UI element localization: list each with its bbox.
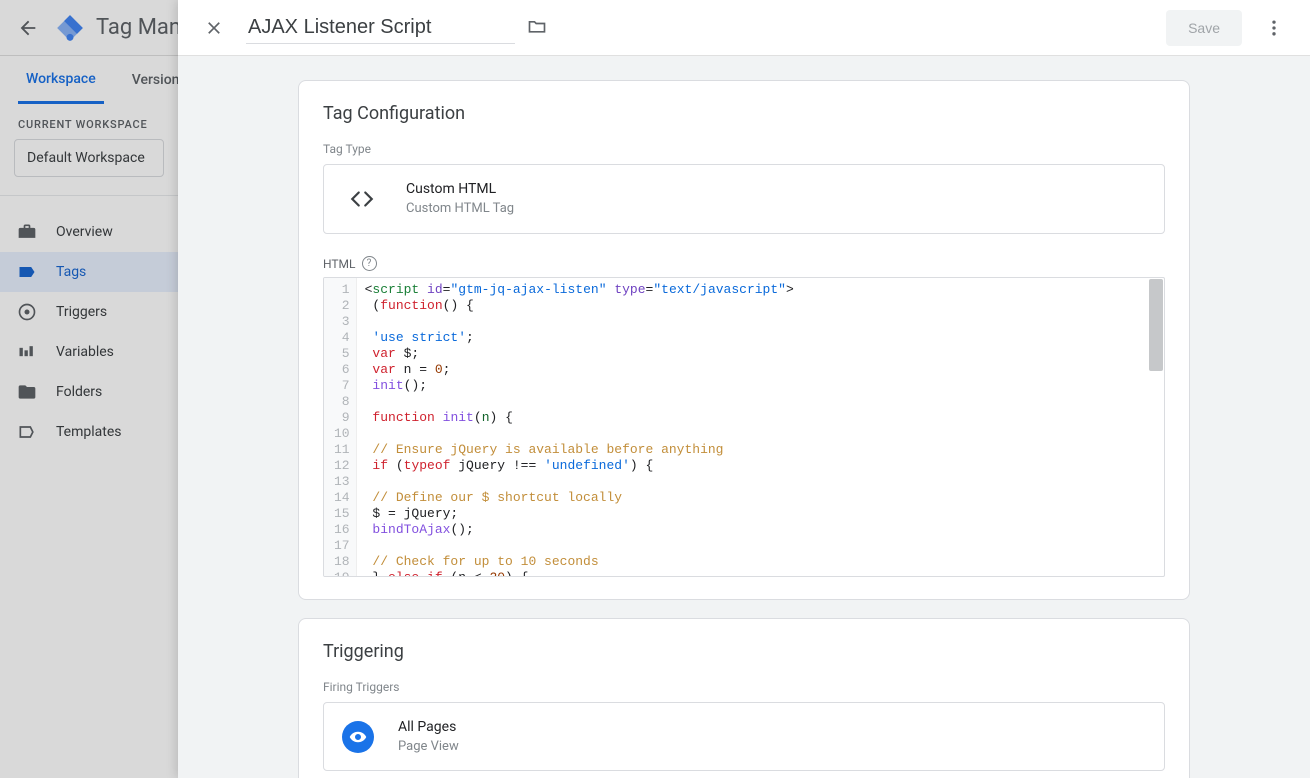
html-field-label: HTML [323, 257, 356, 271]
triggering-card: Triggering Firing Triggers All Pages Pag… [298, 618, 1190, 778]
folder-select-icon[interactable] [527, 16, 547, 40]
nav-label: Variables [56, 344, 114, 360]
nav-label: Tags [56, 264, 86, 280]
template-icon [16, 421, 38, 443]
panel-body[interactable]: Tag Configuration Tag Type Custom HTML C… [178, 56, 1310, 778]
tag-type-selector[interactable]: Custom HTML Custom HTML Tag [323, 164, 1165, 234]
gtm-logo-icon [56, 14, 84, 42]
nav-label: Triggers [56, 304, 107, 320]
code-gutter: 12345678910111213141516171819 [324, 278, 357, 576]
more-menu-icon[interactable] [1254, 8, 1294, 48]
code-body[interactable]: <script id="gtm-jq-ajax-listen" type="te… [357, 278, 1164, 576]
save-button[interactable]: Save [1166, 10, 1242, 46]
html-code-editor[interactable]: 12345678910111213141516171819 <script id… [323, 277, 1165, 577]
eye-icon [342, 721, 374, 753]
code-brackets-icon [342, 179, 382, 219]
nav-label: Overview [56, 224, 113, 240]
tag-type-label: Tag Type [323, 142, 1165, 156]
back-arrow-icon[interactable] [8, 8, 48, 48]
nav-label: Templates [56, 424, 122, 440]
tag-type-title: Custom HTML [406, 179, 514, 200]
tag-icon [16, 261, 38, 283]
tag-name-input[interactable] [246, 12, 515, 44]
firing-triggers-label: Firing Triggers [323, 680, 1165, 694]
tag-config-card: Tag Configuration Tag Type Custom HTML C… [298, 80, 1190, 600]
tag-editor-panel: Save Tag Configuration Tag Type Custom H… [178, 0, 1310, 778]
blocks-icon [16, 341, 38, 363]
panel-header: Save [178, 0, 1310, 56]
tab-workspace[interactable]: Workspace [18, 57, 104, 104]
help-icon[interactable]: ? [362, 256, 377, 271]
triggering-heading: Triggering [323, 641, 1165, 662]
trigger-name: All Pages [398, 717, 459, 738]
nav-label: Folders [56, 384, 102, 400]
workspace-selector[interactable]: Default Workspace [14, 139, 164, 177]
briefcase-icon [16, 221, 38, 243]
folder-icon [16, 381, 38, 403]
target-icon [16, 301, 38, 323]
trigger-type: Page View [398, 738, 459, 756]
editor-scrollbar[interactable] [1149, 279, 1163, 371]
trigger-row[interactable]: All Pages Page View [323, 702, 1165, 771]
tag-config-heading: Tag Configuration [323, 103, 1165, 124]
tag-type-subtitle: Custom HTML Tag [406, 200, 514, 218]
close-icon[interactable] [194, 8, 234, 48]
